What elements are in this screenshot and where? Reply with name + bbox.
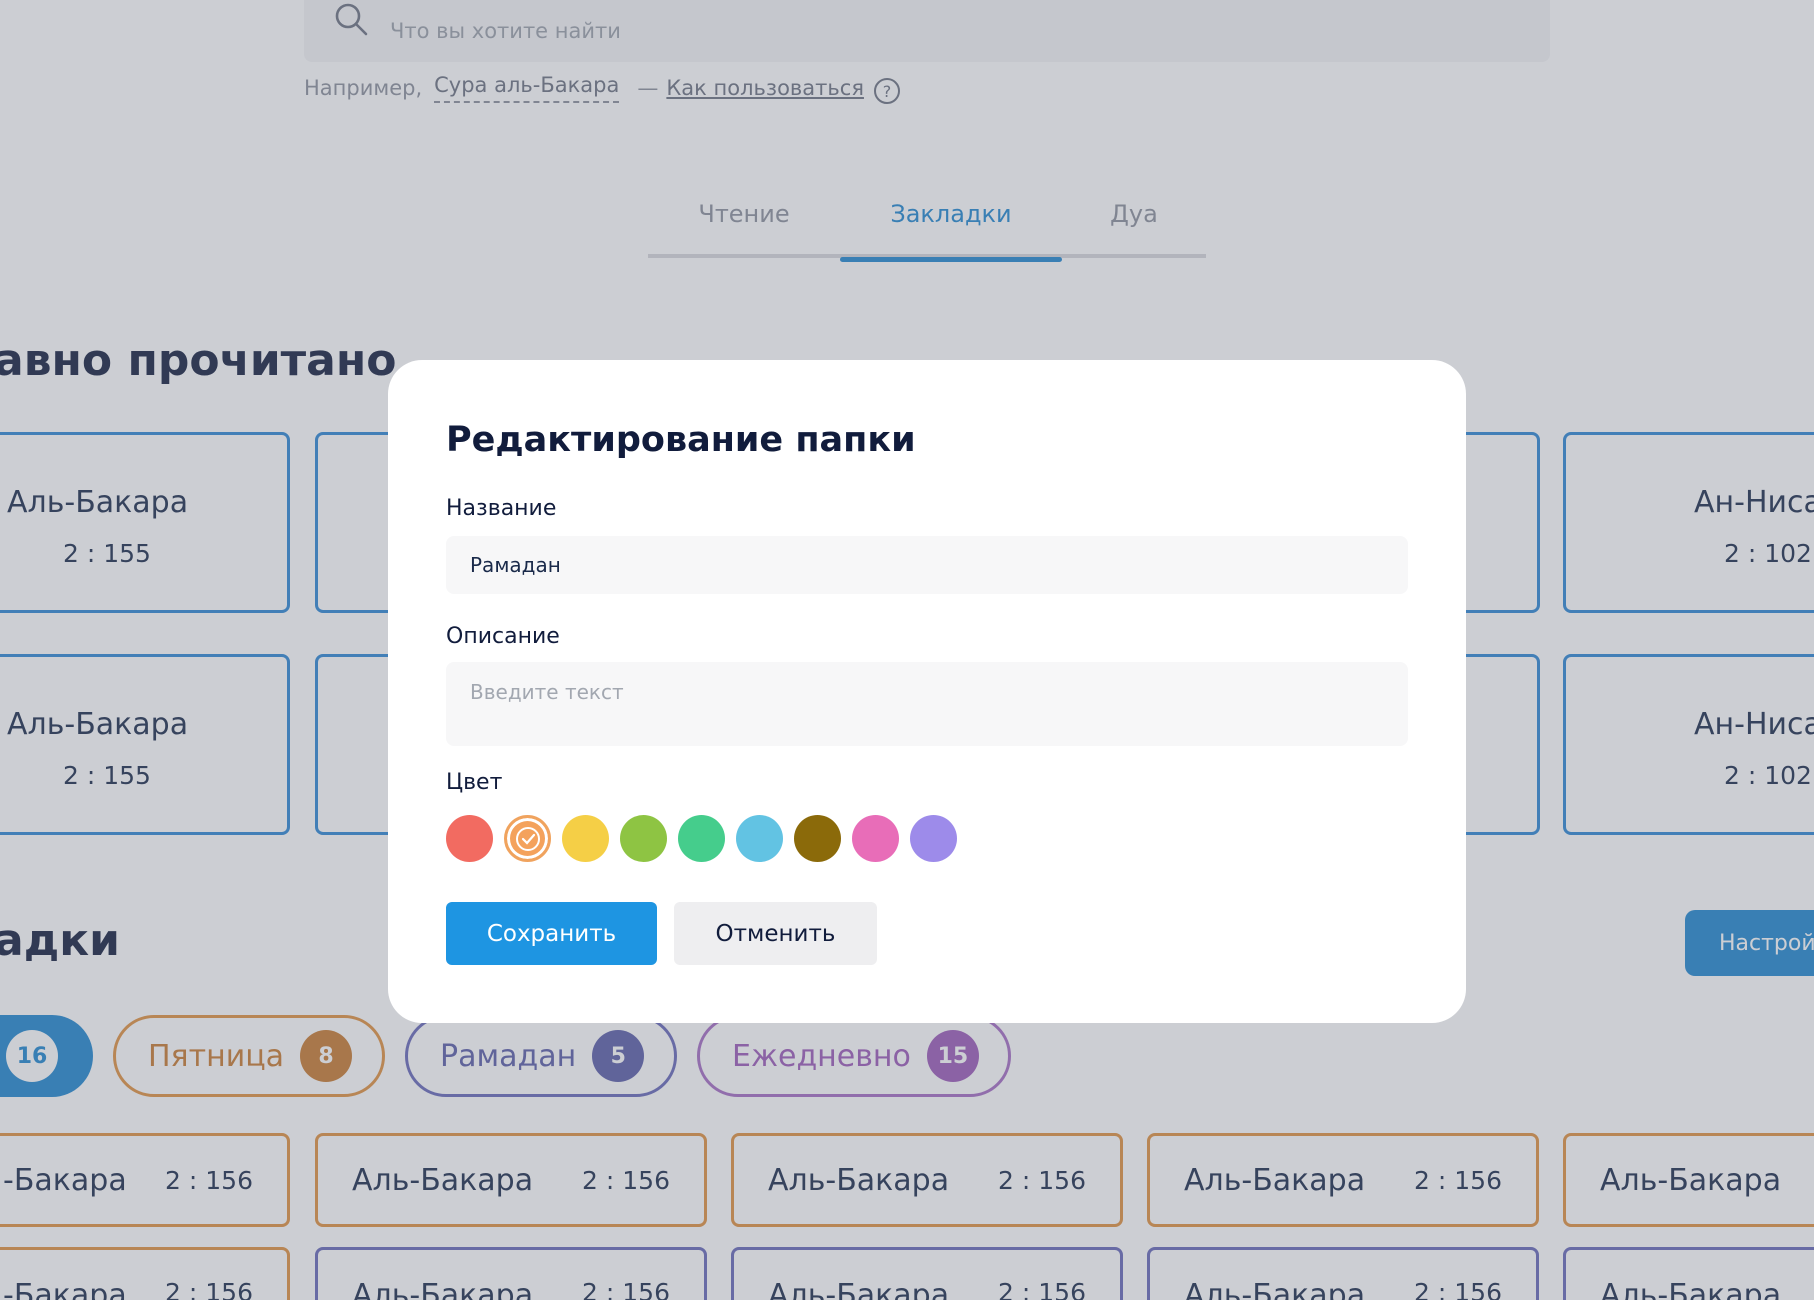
color-swatch[interactable] [446, 815, 493, 862]
description-label: Описание [446, 624, 560, 649]
save-button[interactable]: Сохранить [446, 902, 657, 965]
color-swatch[interactable] [910, 815, 957, 862]
page-background: Что вы хотите найти Например, Сура аль-Б… [0, 0, 1814, 1300]
edit-folder-dialog: Редактирование папки Название Рамадан Оп… [388, 360, 1466, 1023]
color-swatch[interactable] [678, 815, 725, 862]
color-swatch[interactable] [562, 815, 609, 862]
folder-description-field[interactable]: Введите текст [446, 662, 1408, 746]
color-swatch[interactable] [504, 815, 551, 862]
color-swatch[interactable] [620, 815, 667, 862]
color-swatch[interactable] [794, 815, 841, 862]
color-picker [446, 815, 968, 862]
check-icon [515, 826, 540, 851]
color-swatch[interactable] [736, 815, 783, 862]
color-swatch[interactable] [852, 815, 899, 862]
color-label: Цвет [446, 770, 503, 795]
dialog-title: Редактирование папки [446, 420, 916, 460]
name-label: Название [446, 496, 557, 521]
folder-name-field[interactable]: Рамадан [446, 536, 1408, 594]
cancel-button[interactable]: Отменить [674, 902, 877, 965]
